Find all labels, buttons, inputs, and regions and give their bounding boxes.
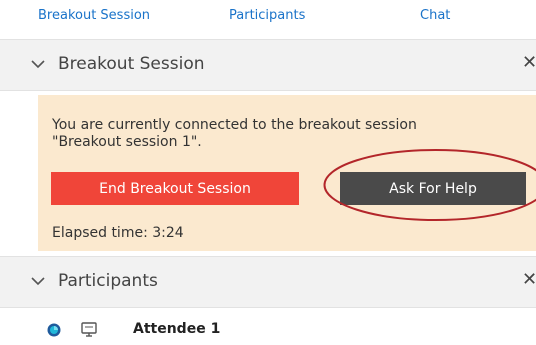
tab-chat[interactable]: Chat — [420, 8, 450, 23]
tab-participants[interactable]: Participants — [229, 8, 305, 23]
section-title: Breakout Session — [58, 54, 205, 74]
screen-share-icon — [81, 322, 97, 337]
participant-row[interactable]: Attendee 1 — [0, 308, 536, 345]
chevron-down-icon[interactable] — [30, 56, 46, 72]
tab-breakout-session[interactable]: Breakout Session — [38, 8, 150, 23]
top-navigation: Breakout Session Participants Chat — [0, 0, 536, 34]
participant-name: Attendee 1 — [133, 321, 221, 337]
section-title: Participants — [58, 271, 158, 291]
end-breakout-session-button[interactable]: End Breakout Session — [51, 172, 299, 205]
breakout-session-header[interactable]: Breakout Session ✕ — [0, 39, 536, 91]
participants-header[interactable]: Participants ✕ — [0, 256, 536, 308]
ask-for-help-button[interactable]: Ask For Help — [340, 172, 526, 205]
chevron-down-icon[interactable] — [30, 273, 46, 289]
close-icon[interactable]: ✕ — [522, 269, 536, 290]
presence-icon — [47, 323, 61, 337]
breakout-panel: You are currently connected to the break… — [38, 95, 536, 251]
message-line-1: You are currently connected to the break… — [52, 117, 417, 133]
close-icon[interactable]: ✕ — [522, 52, 536, 73]
elapsed-time: Elapsed time: 3:24 — [52, 225, 184, 241]
breakout-message: You are currently connected to the break… — [52, 117, 520, 151]
message-line-2: "Breakout session 1". — [52, 134, 202, 150]
